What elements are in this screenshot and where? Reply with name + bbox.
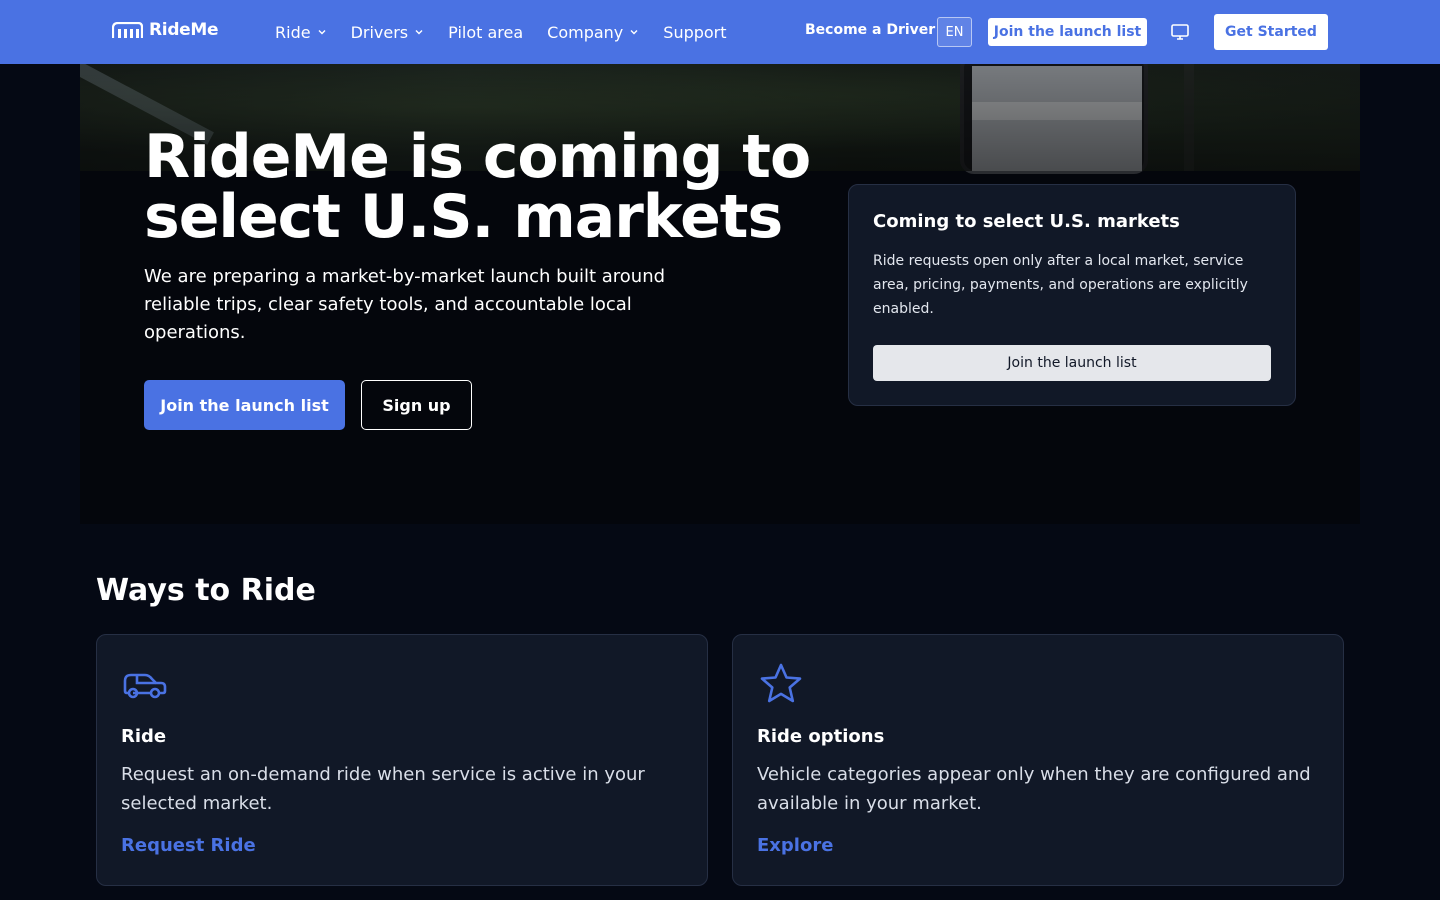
explore-link[interactable]: Explore [757,835,833,856]
request-ride-link[interactable]: Request Ride [121,835,256,856]
ride-card-title: Ride [121,726,167,747]
top-navigation-bar: RideMe Ride Drivers Pilot area Company S… [0,0,1440,64]
become-driver-link[interactable]: Become a Driver [805,22,935,38]
nav-item-ride[interactable]: Ride [275,23,327,42]
ride-options-card-title: Ride options [757,726,885,747]
main-nav: Ride Drivers Pilot area Company Support [275,0,751,64]
brand-name: RideMe [149,20,219,40]
nav-item-drivers[interactable]: Drivers [351,23,425,42]
chevron-down-icon [630,30,638,35]
nav-item-pilot-area[interactable]: Pilot area [448,23,523,42]
hero-subtitle: We are preparing a market-by-market laun… [144,266,666,343]
ride-options-card-text: Vehicle categories appear only when they… [757,764,1311,814]
nav-item-label: Ride [275,22,311,42]
monitor-icon[interactable] [1170,22,1190,42]
nav-item-label: Drivers [350,22,409,42]
car-icon [123,673,167,699]
logo-icon [112,21,143,38]
star-icon [760,663,802,703]
join-launch-list-header-button[interactable]: Join the launch list [988,18,1147,46]
brand-logo[interactable]: RideMe [112,20,219,40]
nav-item-label: Pilot area [448,22,524,42]
chevron-down-icon [415,30,423,35]
hero-section: RideMe is coming to select U.S. markets … [80,64,1360,524]
chevron-down-icon [318,30,326,35]
ride-card: Ride Request an on-demand ride when serv… [96,634,708,886]
nav-item-company[interactable]: Company [547,23,639,42]
ride-card-text: Request an on-demand ride when service i… [121,764,645,814]
hero-title: RideMe is coming to select U.S. markets [144,122,811,252]
language-selector[interactable]: EN [937,17,972,47]
join-launch-list-button[interactable]: Join the launch list [144,380,345,430]
sign-up-button[interactable]: Sign up [361,380,472,430]
ride-options-card: Ride options Vehicle categories appear o… [732,634,1344,886]
launch-info-card: Coming to select U.S. markets Ride reque… [848,184,1296,406]
info-card-join-button[interactable]: Join the launch list [873,345,1271,381]
get-started-button[interactable]: Get Started [1214,14,1328,50]
ways-to-ride-heading: Ways to Ride [96,573,316,608]
info-card-title: Coming to select U.S. markets [873,211,1180,232]
info-card-text: Ride requests open only after a local ma… [873,253,1248,317]
nav-item-support[interactable]: Support [663,23,726,42]
nav-item-label: Support [663,22,727,42]
nav-item-label: Company [547,22,624,42]
